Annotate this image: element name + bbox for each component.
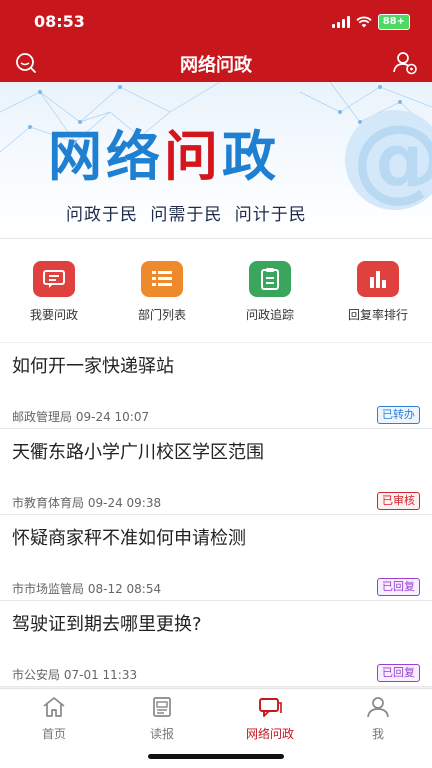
user-icon xyxy=(367,697,389,718)
menu-label: 问政追踪 xyxy=(245,308,294,322)
question-title: 驾驶证到期去哪里更换? xyxy=(12,614,202,635)
status-time: 08:53 xyxy=(34,12,85,31)
question-title: 怀疑商家秤不准如何申请检测 xyxy=(12,528,246,549)
list-item[interactable]: 驾驶证到期去哪里更换? 市公安局 07-01 11:33 已回复 xyxy=(0,601,432,687)
question-meta: 市教育体育局 09-24 09:38 xyxy=(12,494,161,511)
list-item[interactable]: 怀疑商家秤不准如何申请检测 市市场监管局 08-12 08:54 已回复 xyxy=(0,515,432,601)
quick-menu: 我要问政 部门列表 问政追踪 回复率排行 xyxy=(0,238,432,342)
bar-chart-icon xyxy=(357,261,399,297)
menu-label: 部门列表 xyxy=(137,308,186,322)
tab-home[interactable]: 首页 xyxy=(0,689,108,768)
department-name: 市公安局 xyxy=(12,668,61,682)
menu-label: 回复率排行 xyxy=(347,308,408,322)
list-item[interactable]: 天衢东路小学广川校区学区范围 市教育体育局 09-24 09:38 已审核 xyxy=(0,429,432,515)
menu-label: 我要问政 xyxy=(29,308,78,322)
menu-reply-ranking[interactable]: 回复率排行 xyxy=(324,239,432,342)
status-bar: 08:53 88+ xyxy=(0,0,432,44)
banner-slogan: 问政于民 问需于民 问计于民 xyxy=(66,205,307,225)
tab-me[interactable]: 我 xyxy=(324,689,432,768)
tab-label: 我 xyxy=(371,727,384,741)
header-bar: 网络问政 xyxy=(0,44,432,82)
timestamp: 07-01 11:33 xyxy=(63,668,138,682)
svg-text:@: @ xyxy=(352,105,432,212)
chat-icon xyxy=(259,698,282,717)
tab-label: 读报 xyxy=(149,727,174,741)
home-icon xyxy=(43,697,65,717)
banner[interactable]: @ 网络问政 问政于民 问需于民 问计于民 xyxy=(0,82,432,238)
wifi-icon xyxy=(356,16,372,28)
banner-title: 网络问政 xyxy=(48,112,280,191)
tab-label: 网络问政 xyxy=(245,727,294,741)
tab-label: 首页 xyxy=(41,727,66,741)
timestamp: 09-24 10:07 xyxy=(75,410,150,424)
user-settings-icon[interactable] xyxy=(392,51,418,75)
status-badge: 已转办 xyxy=(377,406,420,424)
department-name: 市教育体育局 xyxy=(12,496,85,510)
department-name: 邮政管理局 xyxy=(12,410,73,424)
status-badge: 已审核 xyxy=(377,492,420,510)
clipboard-icon xyxy=(249,261,291,297)
question-title: 天衢东路小学广川校区学区范围 xyxy=(12,442,264,463)
page-title: 网络问政 xyxy=(180,55,252,76)
menu-question-tracking[interactable]: 问政追踪 xyxy=(216,239,324,342)
status-badge: 已回复 xyxy=(377,578,420,596)
message-icon xyxy=(33,261,75,297)
question-meta: 邮政管理局 09-24 10:07 xyxy=(12,408,149,425)
banner-title-part2: 问 xyxy=(164,124,222,188)
banner-title-part1: 网络 xyxy=(48,125,164,188)
department-name: 市市场监管局 xyxy=(12,582,85,596)
signal-icon xyxy=(331,16,350,28)
list-icon xyxy=(141,261,183,297)
home-indicator xyxy=(148,754,284,759)
newspaper-icon xyxy=(153,697,171,717)
question-meta: 市公安局 07-01 11:33 xyxy=(12,666,137,683)
question-title: 如何开一家快递驿站 xyxy=(12,356,174,377)
menu-ask-question[interactable]: 我要问政 xyxy=(0,239,108,342)
timestamp: 08-12 08:54 xyxy=(87,582,162,596)
status-badge: 已回复 xyxy=(377,664,420,682)
status-icons: 88+ xyxy=(331,14,410,30)
timestamp: 09-24 09:38 xyxy=(87,496,162,510)
menu-department-list[interactable]: 部门列表 xyxy=(108,239,216,342)
question-meta: 市市场监管局 08-12 08:54 xyxy=(12,580,161,597)
battery-indicator: 88+ xyxy=(377,14,410,30)
list-item[interactable]: 如何开一家快递驿站 邮政管理局 09-24 10:07 已转办 xyxy=(0,343,432,429)
banner-title-part3: 政 xyxy=(222,125,280,188)
question-list: 如何开一家快递驿站 邮政管理局 09-24 10:07 已转办 天衢东路小学广川… xyxy=(0,343,432,687)
